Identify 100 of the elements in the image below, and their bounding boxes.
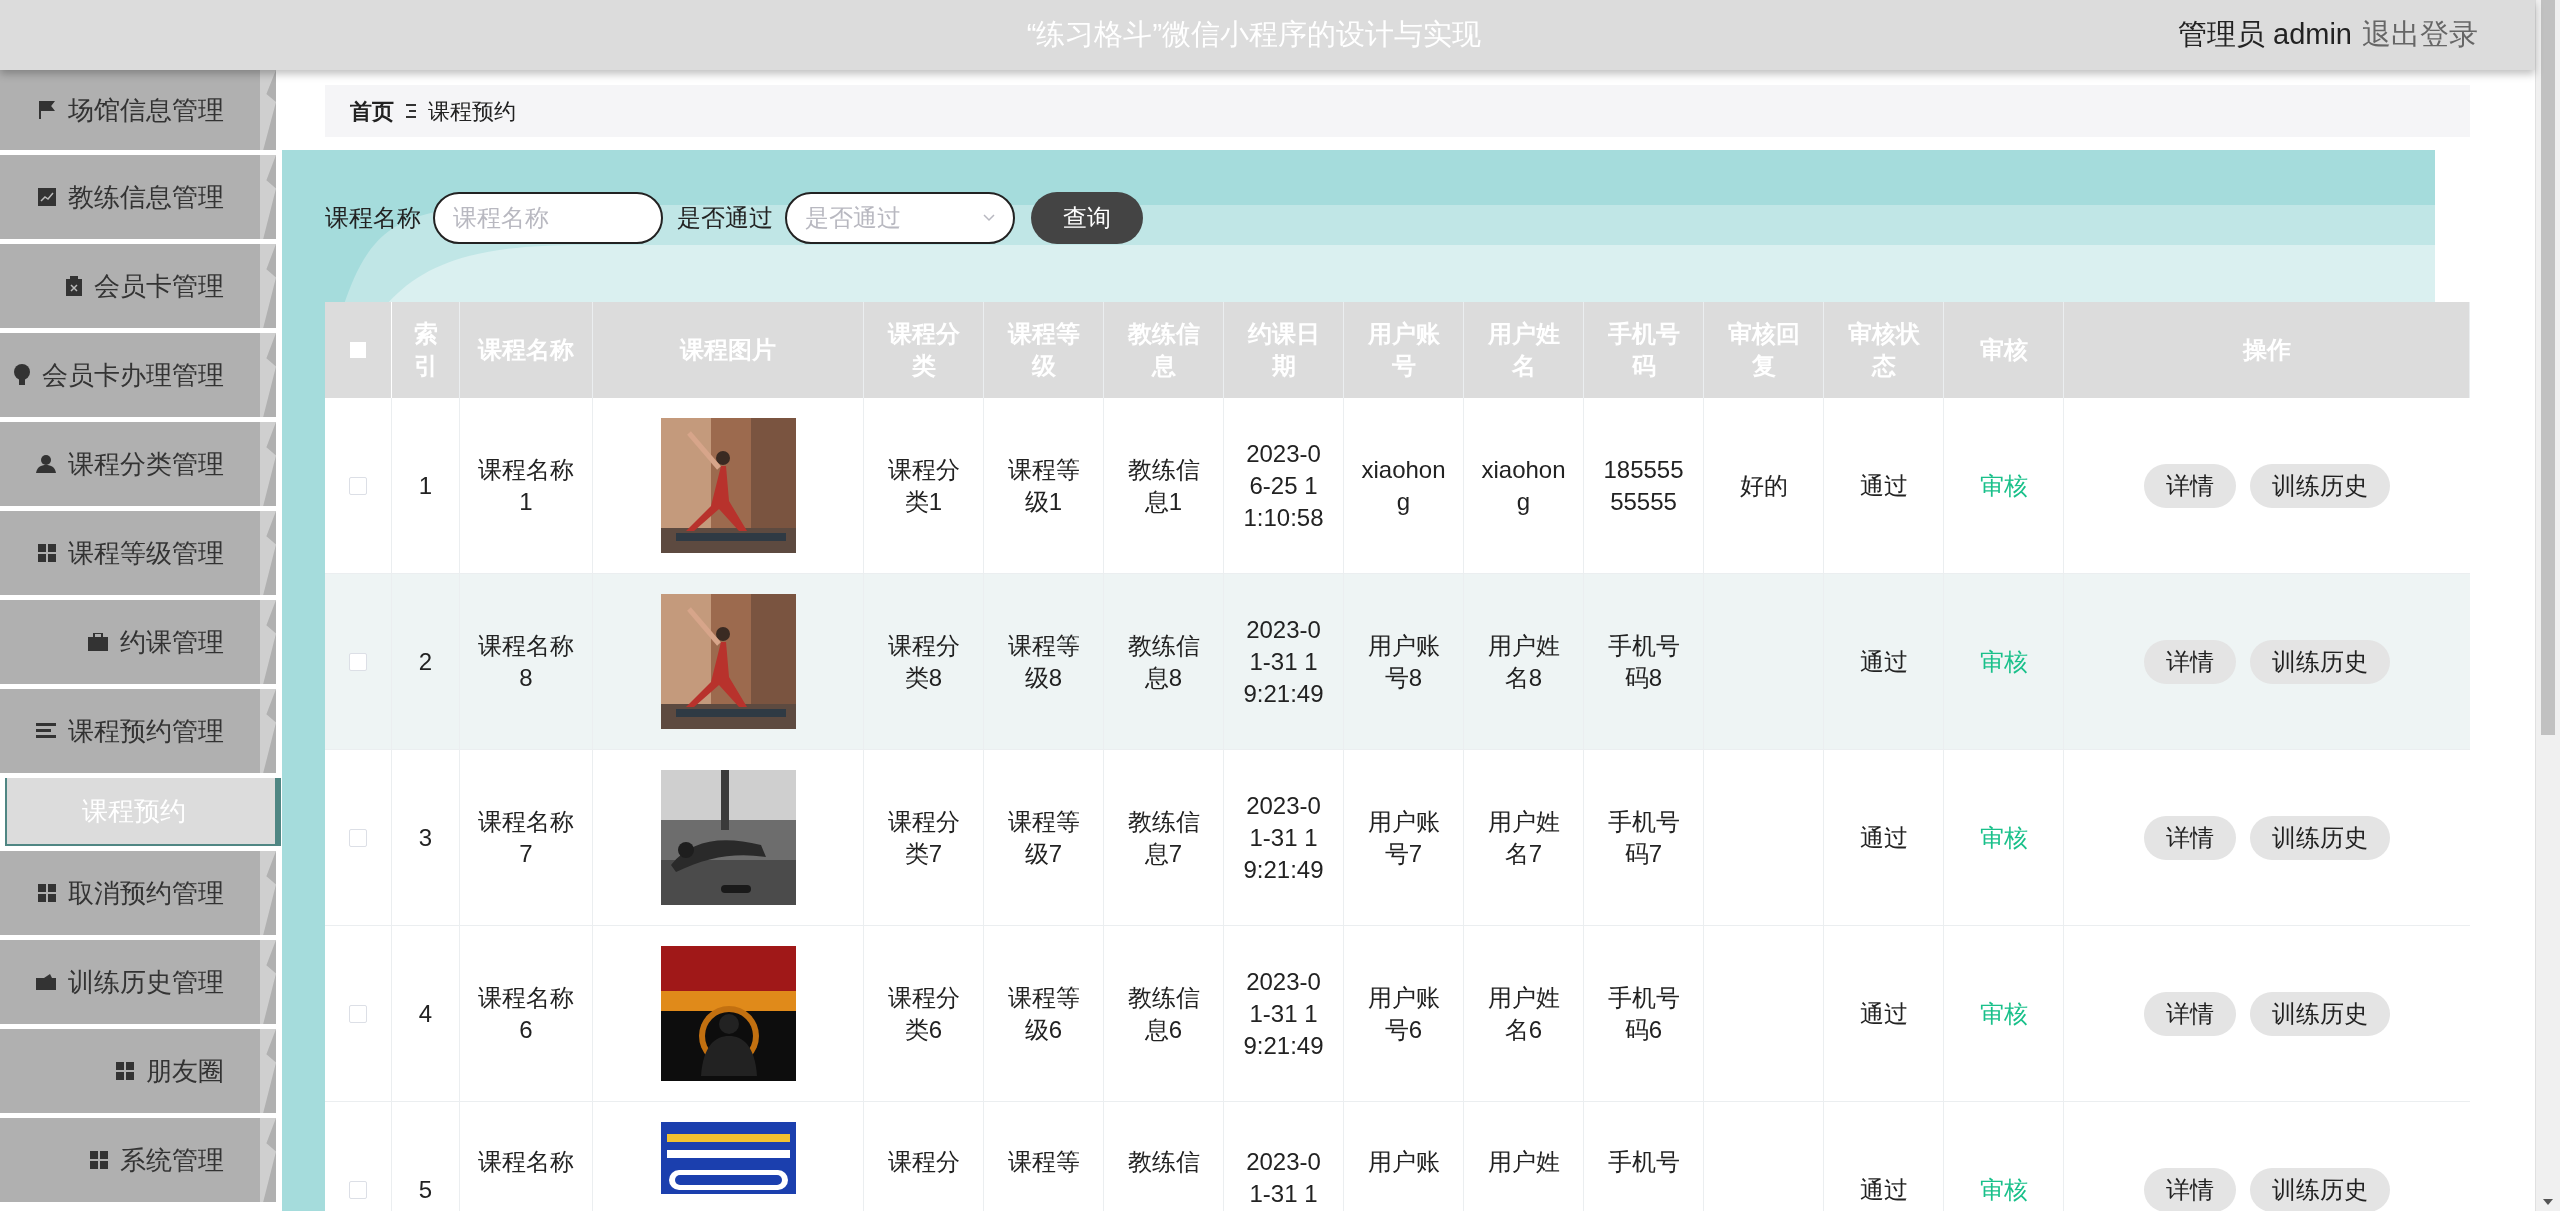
- table-cell-text: 课程名称7: [477, 806, 575, 869]
- table-cell-text: 课程名称8: [477, 630, 575, 693]
- table-cell-text: 5: [418, 1174, 433, 1205]
- table-cell-text: 2023-01-31 1: [1245, 1147, 1322, 1209]
- table-cell-text: 教练信息1: [1126, 454, 1201, 517]
- row-checkbox[interactable]: [349, 476, 367, 495]
- details-button[interactable]: 详情: [2144, 991, 2236, 1036]
- table-cell-text: 通过: [1859, 998, 1908, 1029]
- chevron-down-icon: [983, 214, 995, 222]
- sidebar-item[interactable]: 场馆信息管理: [0, 70, 276, 150]
- sidebar-item[interactable]: 朋友圈: [0, 1029, 276, 1113]
- list-icon: [36, 723, 56, 739]
- table-cell-text: 课程等: [1007, 1147, 1080, 1177]
- table-cell-text: 课程分类1: [886, 454, 961, 517]
- table-cell-text: 好的: [1739, 470, 1788, 501]
- table-cell-text: 课程名称6: [477, 982, 575, 1045]
- table-cell-text: 用户账: [1367, 1147, 1440, 1177]
- table-cell-text: 通过: [1859, 822, 1908, 853]
- sidebar-item[interactable]: 会员卡办理管理: [0, 333, 276, 417]
- table-cell-text: 课程等级7: [1006, 806, 1081, 869]
- table-cell-text: 课程名称: [478, 1147, 574, 1177]
- course-name-field[interactable]: 课程名称: [433, 192, 663, 244]
- history-button[interactable]: 训练历史: [2250, 815, 2390, 860]
- sidebar-item[interactable]: 系统管理: [0, 1118, 276, 1202]
- table-cell-text: 课程分类8: [886, 630, 961, 693]
- sidebar-item[interactable]: 课程等级管理: [0, 511, 276, 595]
- details-button[interactable]: 详情: [2144, 815, 2236, 860]
- row-checkbox[interactable]: [349, 1180, 367, 1199]
- sidebar-item[interactable]: 课程分类管理: [0, 422, 276, 506]
- history-button[interactable]: 训练历史: [2250, 991, 2390, 1036]
- table-cell-text: 课程分类7: [886, 806, 961, 869]
- table-cell-text: 手机号码7: [1606, 806, 1681, 869]
- table-cell-text: 课程分类6: [886, 982, 961, 1045]
- history-button[interactable]: 训练历史: [2250, 1167, 2390, 1211]
- table-cell-text: 手机号码6: [1606, 982, 1681, 1045]
- table-cell-text: 2: [418, 646, 433, 677]
- history-button[interactable]: 训练历史: [2250, 639, 2390, 684]
- flag-icon: [38, 100, 56, 120]
- table-cell-text: 课程等级6: [1006, 982, 1081, 1045]
- row-checkbox[interactable]: [349, 1004, 367, 1023]
- table-cell-text: 通过: [1859, 646, 1908, 677]
- table-cell-text: 课程等级8: [1006, 630, 1081, 693]
- admin-label: 管理员 admin: [2177, 17, 2352, 53]
- grid-icon: [90, 1151, 108, 1169]
- table-cell-text: 教练信: [1127, 1147, 1200, 1177]
- table-cell-text: 4: [418, 998, 433, 1029]
- clipboard-icon: [66, 276, 82, 296]
- separator-icon: [406, 103, 416, 119]
- details-button[interactable]: 详情: [2144, 1167, 2236, 1211]
- logout-link[interactable]: 退出登录: [2362, 13, 2478, 57]
- table-cell-text: 教练信息8: [1126, 630, 1201, 693]
- table-cell-text: 2023-01-31 19:21:49: [1242, 790, 1325, 885]
- table-cell-text: 手机号: [1607, 1147, 1680, 1177]
- select-all-checkbox[interactable]: [350, 342, 366, 358]
- breadcrumb-link[interactable]: 首页: [350, 94, 394, 128]
- table-cell-text: 课程等级1: [1006, 454, 1081, 517]
- details-button[interactable]: 详情: [2144, 463, 2236, 508]
- wallet-icon: [36, 974, 56, 990]
- grid-icon: [116, 1062, 134, 1080]
- user-icon: [36, 455, 56, 473]
- row-checkbox[interactable]: [349, 652, 367, 671]
- details-button[interactable]: 详情: [2144, 639, 2236, 684]
- briefcase-icon: [88, 633, 108, 651]
- bulb-icon: [14, 364, 30, 386]
- sidebar-item[interactable]: 约课管理: [0, 600, 276, 684]
- field-label: 课程名称: [325, 203, 421, 233]
- table-cell-text: xiaohong: [1480, 454, 1567, 517]
- scroll-down-icon[interactable]: [2543, 1199, 2553, 1205]
- sidebar-item[interactable]: 课程预约管理: [0, 689, 276, 773]
- sidebar-item[interactable]: 会员卡管理: [0, 244, 276, 328]
- sidebar-item[interactable]: 取消预约管理: [0, 851, 276, 935]
- table-cell-text: 教练信息6: [1126, 982, 1201, 1045]
- table-cell-text: 手机号码8: [1606, 630, 1681, 693]
- grid-icon: [38, 544, 56, 562]
- history-button[interactable]: 训练历史: [2250, 463, 2390, 508]
- table-cell-text: 用户姓: [1487, 1147, 1560, 1177]
- table-cell-text: 18555555555: [1602, 454, 1685, 517]
- table-cell-text: 2023-01-31 19:21:49: [1242, 966, 1325, 1061]
- table-cell-text: 用户姓名6: [1486, 982, 1561, 1045]
- sidebar-item[interactable]: 教练信息管理: [0, 155, 276, 239]
- table-cell-text: 通过: [1859, 1174, 1908, 1205]
- scrollbar[interactable]: [2535, 0, 2560, 1211]
- breadcrumb-current: 课程预约: [428, 97, 516, 126]
- table-cell-text: 2023-01-31 19:21:49: [1242, 614, 1325, 709]
- table-cell-text: 3: [418, 822, 433, 853]
- table-cell-text: 用户账号6: [1366, 982, 1441, 1045]
- table-cell-text: 2023-06-25 11:10:58: [1242, 438, 1325, 533]
- table-cell-text: 通过: [1859, 470, 1908, 501]
- field-label: 是否通过: [677, 203, 773, 233]
- chart-icon: [38, 188, 56, 206]
- table-cell-text: 用户账号7: [1366, 806, 1441, 869]
- table-cell-text: 用户姓名7: [1486, 806, 1561, 869]
- sidebar-item[interactable]: 训练历史管理: [0, 940, 276, 1024]
- search-button[interactable]: 查询: [1031, 192, 1143, 244]
- table-cell-text: 用户姓名8: [1486, 630, 1561, 693]
- table-cell-text: 课程名称1: [477, 454, 575, 517]
- table-cell-text: 课程分: [887, 1147, 960, 1177]
- table-cell-text: 1: [418, 470, 433, 501]
- grid-icon: [38, 884, 56, 902]
- row-checkbox[interactable]: [349, 828, 367, 847]
